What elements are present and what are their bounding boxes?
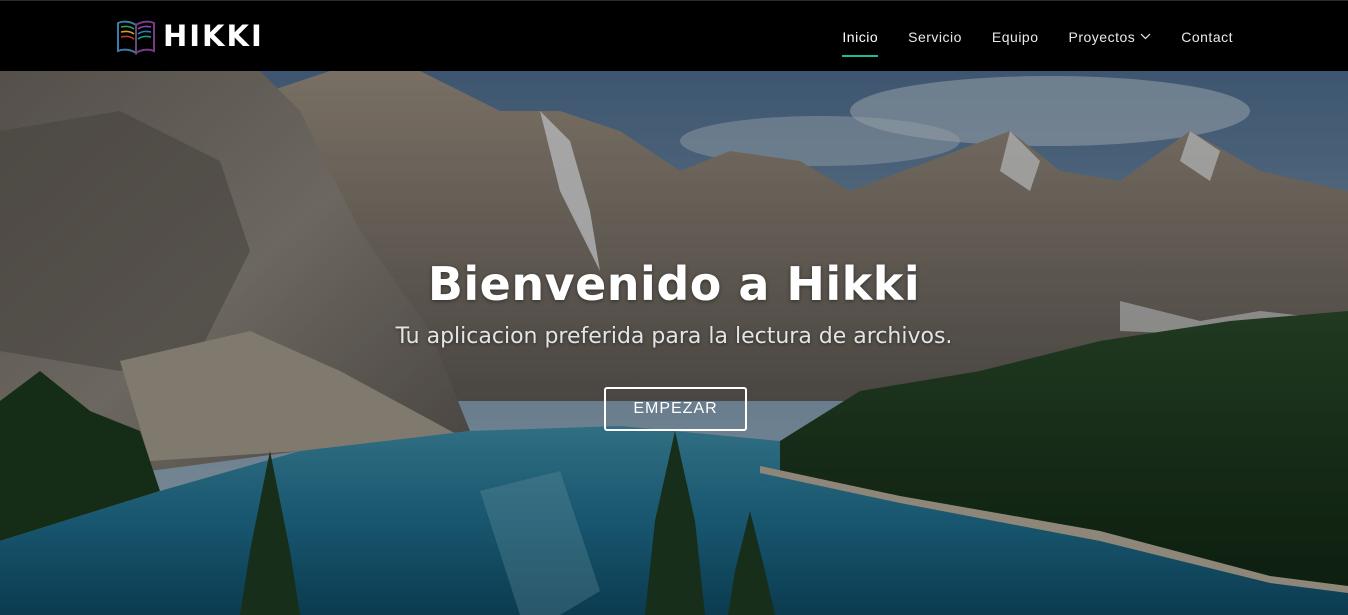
nav-item-equipo[interactable]: Equipo [992,1,1039,72]
brand-name: HIKKI [163,18,264,53]
chevron-down-icon [1140,33,1151,40]
brand-link[interactable]: HIKKI [115,16,264,56]
nav-item-label: Proyectos [1068,28,1136,45]
hero-section: Bienvenido a Hikki Tu aplicacion preferi… [0,71,1348,615]
nav-item-label: Equipo [991,28,1039,45]
hero-title: Bienvenido a Hikki [427,257,921,311]
nav-item-label: Inicio [842,28,879,45]
hero-subtitle: Tu aplicacion preferida para la lectura … [395,324,953,349]
navbar: HIKKI Inicio Servicio Equipo Proyectos C… [0,0,1348,71]
main-nav: Inicio Servicio Equipo Proyectos Contact [812,1,1233,72]
nav-item-proyectos[interactable]: Proyectos [1069,1,1152,72]
nav-item-inicio[interactable]: Inicio [842,1,878,72]
nav-item-label: Contact [1181,28,1233,45]
nav-item-servicio[interactable]: Servicio [908,1,962,72]
open-book-icon [117,20,155,55]
nav-item-label: Servicio [908,28,962,45]
nav-item-contact[interactable]: Contact [1181,1,1233,72]
start-button[interactable]: EMPEZAR [604,387,747,431]
